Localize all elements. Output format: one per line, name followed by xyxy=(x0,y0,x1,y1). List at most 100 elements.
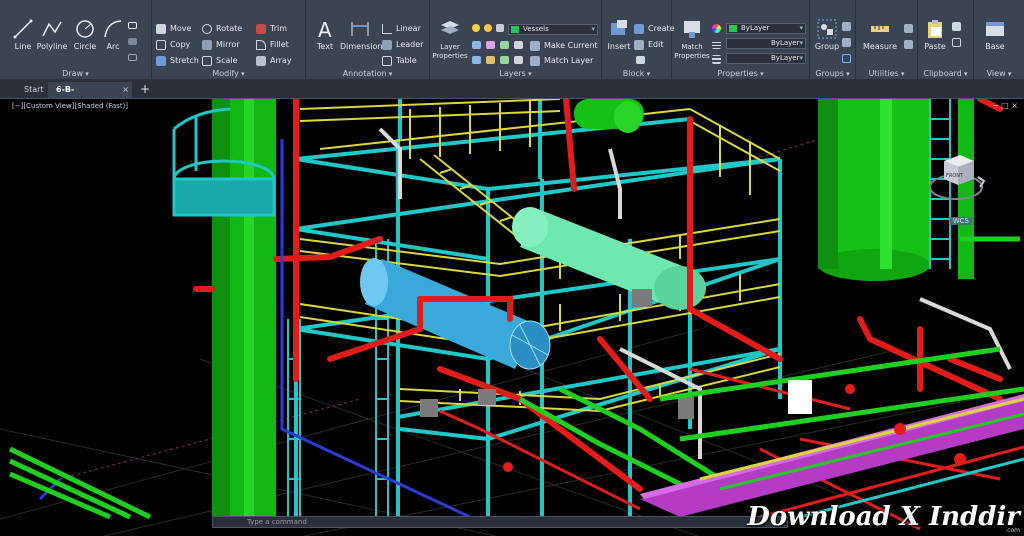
measure-button[interactable]: Measure xyxy=(860,18,900,51)
layer-tool-icon[interactable] xyxy=(514,41,523,49)
linear-button[interactable]: Linear xyxy=(382,22,421,35)
calculator-icon[interactable] xyxy=(904,24,913,33)
stretch-button[interactable]: Stretch xyxy=(156,54,199,67)
lineweight-icon[interactable] xyxy=(712,55,721,64)
lightbulb-icon[interactable] xyxy=(472,24,480,32)
layer-tool-icon[interactable] xyxy=(500,41,509,49)
layer-tool-icon[interactable] xyxy=(472,56,481,64)
line-button[interactable]: Line xyxy=(8,18,38,51)
annotation-panel-title[interactable]: Annotation xyxy=(306,69,429,78)
hatch-icon[interactable] xyxy=(128,38,137,45)
block-panel-title[interactable]: Block xyxy=(602,69,671,78)
chevron-down-icon: ▾ xyxy=(591,25,595,33)
viewcube-icon[interactable]: FRONT xyxy=(926,147,986,209)
id-point-icon[interactable] xyxy=(904,40,913,49)
sun-icon[interactable] xyxy=(484,24,492,32)
viewcube-face-label: FRONT xyxy=(946,173,964,179)
rotate-button[interactable]: Rotate xyxy=(202,22,242,35)
fillet-icon xyxy=(256,39,266,50)
layer-tool-icon[interactable] xyxy=(472,41,481,49)
tab-start[interactable]: Start xyxy=(16,82,52,98)
draw-panel-title[interactable]: Draw xyxy=(0,69,151,78)
fillet-button[interactable]: Fillet xyxy=(256,38,289,51)
ungroup-icon[interactable] xyxy=(842,22,851,31)
layer-tool-icon[interactable] xyxy=(486,41,495,49)
linear-icon xyxy=(382,23,392,34)
tab-drawing[interactable]: 6-B-1000_Piping* × xyxy=(48,82,132,110)
layer-tool-icon[interactable] xyxy=(500,56,509,64)
cut-icon[interactable] xyxy=(952,22,961,31)
drawing-viewport[interactable]: [−][Custom View][Shaded (Fast)] − □ × FR… xyxy=(0,98,1024,536)
groups-panel-title[interactable]: Groups xyxy=(810,69,855,78)
layer-tool-icon[interactable] xyxy=(486,56,495,64)
group-label: Group xyxy=(814,42,840,51)
make-current-button[interactable]: Make Current xyxy=(530,39,598,52)
trim-button[interactable]: Trim xyxy=(256,22,287,35)
copy-clip-icon[interactable] xyxy=(952,38,961,47)
modify-panel-title[interactable]: Modify xyxy=(152,69,305,78)
dimension-icon xyxy=(351,22,369,36)
linetype-icon[interactable] xyxy=(712,40,721,49)
circle-button[interactable]: Circle xyxy=(70,18,100,51)
lineweight-dropdown[interactable]: ByLayer ▾ xyxy=(726,53,806,64)
layer-dropdown[interactable]: Vessels ▾ xyxy=(508,24,598,35)
mirror-button[interactable]: Mirror xyxy=(202,38,240,51)
dimension-button[interactable]: Dimension xyxy=(340,18,383,51)
arc-button[interactable]: Arc xyxy=(98,18,128,51)
color-dropdown[interactable]: ByLayer ▾ xyxy=(726,23,806,34)
clipboard-panel-title[interactable]: Clipboard xyxy=(918,69,973,78)
color-wheel-icon[interactable] xyxy=(712,24,721,33)
create-block-button[interactable]: Create xyxy=(634,22,675,35)
utilities-panel-title[interactable]: Utilities xyxy=(856,69,917,78)
command-line-placeholder: Type a command xyxy=(247,518,307,526)
table-button[interactable]: Table xyxy=(382,54,417,67)
layer-tool-icon[interactable] xyxy=(514,56,523,64)
layer-properties-button[interactable]: Layer Properties xyxy=(432,18,468,60)
green-vessel-right-hl xyxy=(880,99,892,269)
block-attribute-icon[interactable] xyxy=(636,56,645,64)
close-icon[interactable]: × xyxy=(122,82,129,98)
group-edit-icon[interactable] xyxy=(842,38,851,47)
block-panel: Insert Create Edit Block xyxy=(602,0,675,80)
properties-panel-title[interactable]: Properties xyxy=(672,69,809,78)
layers-panel-title[interactable]: Layers xyxy=(430,69,601,78)
lock-icon[interactable] xyxy=(496,24,504,32)
array-button[interactable]: Array xyxy=(256,54,292,67)
polyline-button[interactable]: Polyline xyxy=(36,18,68,51)
viewport-window-controls[interactable]: − □ × xyxy=(992,101,1018,110)
scale-button[interactable]: Scale xyxy=(202,54,238,67)
piping-model-scene[interactable] xyxy=(0,99,1024,536)
text-label: Text xyxy=(316,42,334,51)
group-button[interactable]: Group xyxy=(812,18,842,51)
base-button[interactable]: Base xyxy=(980,18,1010,51)
rectangle-icon[interactable] xyxy=(128,22,137,29)
wcs-badge[interactable]: WCS xyxy=(949,217,972,225)
match-properties-button[interactable]: Match Properties xyxy=(674,18,710,60)
axis-line xyxy=(59,398,361,480)
fillet-label: Fillet xyxy=(270,40,289,49)
scale-icon xyxy=(202,55,212,66)
arc-icon xyxy=(104,20,122,38)
leader-button[interactable]: Leader xyxy=(382,38,423,51)
command-line-input[interactable]: Type a command xyxy=(212,516,788,528)
trim-icon xyxy=(256,23,266,34)
match-layer-button[interactable]: Match Layer xyxy=(530,54,593,67)
insert-button[interactable]: Insert xyxy=(604,18,634,51)
color-swatch xyxy=(729,25,737,32)
clipboard-icon xyxy=(928,20,942,38)
copy-label: Copy xyxy=(170,40,191,49)
arc-label: Arc xyxy=(106,42,120,51)
region-icon[interactable] xyxy=(128,54,137,61)
copy-button[interactable]: Copy xyxy=(156,38,190,51)
group-select-icon[interactable] xyxy=(842,54,851,63)
view-panel-title[interactable]: View xyxy=(974,69,1024,78)
chevron-down-icon: ▾ xyxy=(799,54,803,62)
viewport-label[interactable]: [−][Custom View][Shaded (Fast)] xyxy=(12,102,128,110)
measure-label: Measure xyxy=(863,42,897,51)
edit-block-button[interactable]: Edit xyxy=(634,38,664,51)
new-tab-button[interactable]: + xyxy=(140,82,150,96)
paste-button[interactable]: Paste xyxy=(920,18,950,51)
move-button[interactable]: Move xyxy=(156,22,191,35)
linetype-dropdown[interactable]: ByLayer ▾ xyxy=(726,38,806,49)
text-button[interactable]: A Text xyxy=(310,18,340,51)
